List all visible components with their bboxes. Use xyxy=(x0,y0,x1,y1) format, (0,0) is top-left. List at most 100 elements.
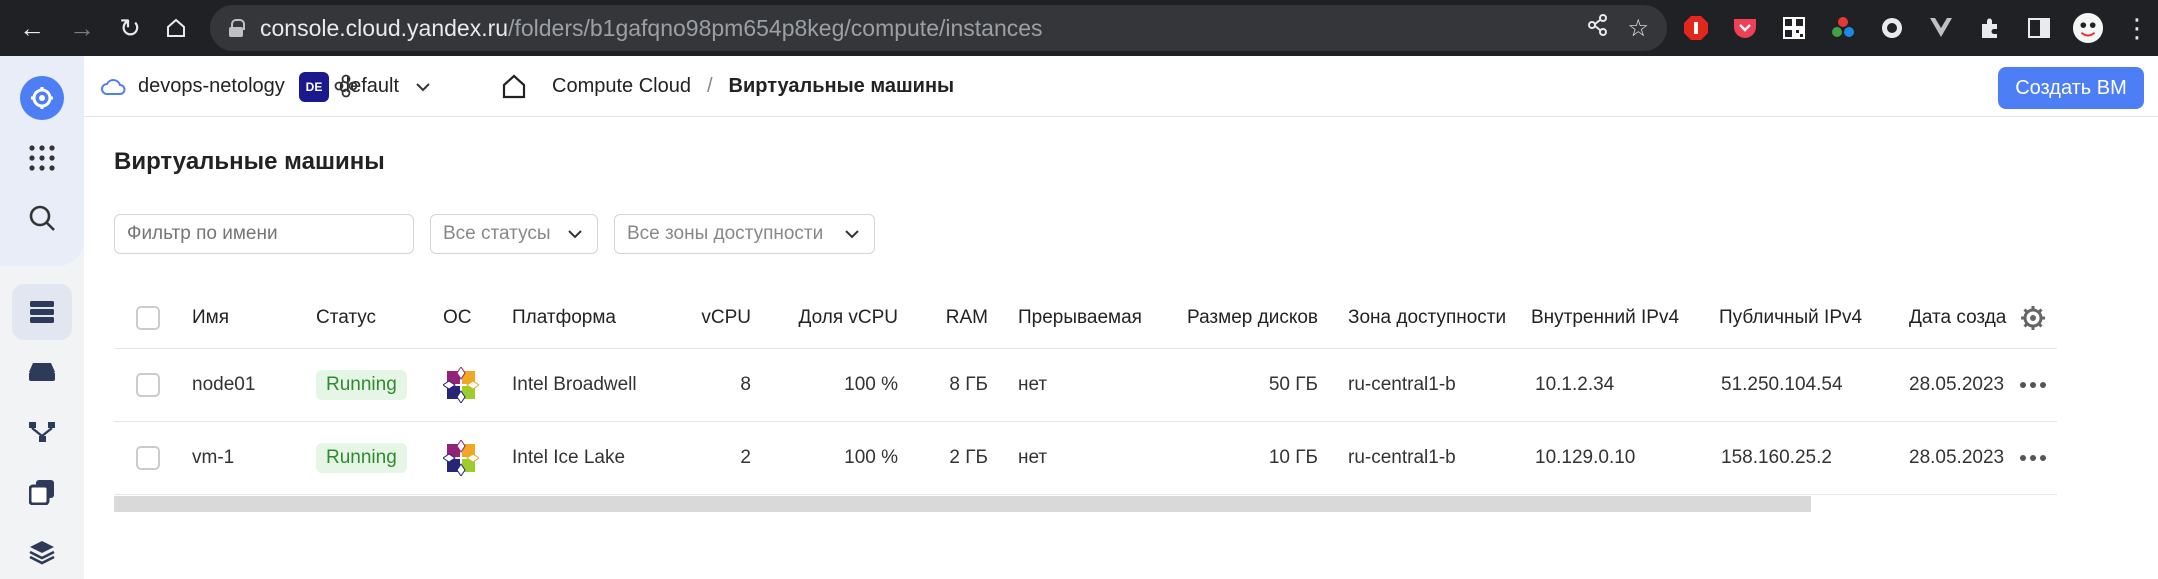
browser-menu-icon[interactable]: ⋮ xyxy=(2121,12,2153,44)
zone-filter-select[interactable]: Все зоны доступности xyxy=(614,214,875,254)
vcpu-cell: 2 xyxy=(661,420,751,495)
cloud-icon xyxy=(101,78,126,95)
home-icon[interactable] xyxy=(154,6,198,50)
status-filter-select[interactable]: Все статусы xyxy=(430,214,598,254)
adblock-extension-icon[interactable] xyxy=(1680,12,1712,44)
side-panel-icon[interactable] xyxy=(2023,12,2055,44)
chevron-down-icon xyxy=(416,82,430,91)
table-row[interactable]: vm-1 Running Intel Ice Lake 2 100 % 2 ГБ… xyxy=(114,420,2057,495)
profile-avatar-icon[interactable] xyxy=(2072,12,2104,44)
settings-gear-icon[interactable] xyxy=(2019,304,2047,332)
search-icon[interactable] xyxy=(18,194,66,242)
preemptible-cell: нет xyxy=(988,347,1166,421)
filters-bar: Все статусы Все зоны доступности xyxy=(114,214,875,254)
column-header[interactable]: Размер дисков xyxy=(1166,288,1318,348)
column-header[interactable]: RAM xyxy=(898,288,988,348)
circle-extension-icon[interactable] xyxy=(1876,12,1908,44)
address-bar[interactable]: console.cloud.yandex.ru/folders/b1gafqno… xyxy=(210,5,1667,51)
table-row[interactable]: node01 Running Intel Broadwell 8 100 % 8… xyxy=(114,347,2057,421)
lock-icon xyxy=(228,19,245,37)
status-badge: Running xyxy=(316,442,407,473)
folder-badge: DE xyxy=(299,71,329,102)
disks-nav-icon[interactable] xyxy=(18,348,66,396)
forward-icon[interactable]: → xyxy=(60,6,104,50)
page-title: Виртуальные машины xyxy=(114,148,385,175)
bookmark-star-icon[interactable]: ☆ xyxy=(1627,14,1649,43)
back-icon[interactable]: ← xyxy=(10,6,54,50)
left-rail xyxy=(0,56,84,579)
column-header[interactable]: Внутренний IPv4 xyxy=(1529,288,1713,348)
zone-cell: ru-central1-b xyxy=(1318,347,1529,421)
column-header[interactable]: Статус xyxy=(316,288,443,348)
breadcrumb-separator: / xyxy=(706,75,713,97)
vcpu-share-cell: 100 % xyxy=(751,420,898,495)
select-all-checkbox[interactable] xyxy=(136,305,160,330)
breadcrumb-current: Виртуальные машины xyxy=(728,75,955,97)
internal-ip-cell: 10.129.0.10 xyxy=(1529,420,1713,495)
column-header[interactable]: Платформа xyxy=(512,288,661,348)
vm-name-link[interactable]: vm-1 xyxy=(192,420,316,495)
images-layers-nav-icon[interactable] xyxy=(18,528,66,576)
row-actions-menu-icon[interactable] xyxy=(2009,381,2057,388)
name-filter-input[interactable] xyxy=(114,214,414,254)
column-header[interactable]: ОС xyxy=(443,288,512,348)
url-host: console.cloud.yandex.ru xyxy=(260,14,509,41)
status-badge: Running xyxy=(316,369,407,400)
pocket-extension-icon[interactable] xyxy=(1729,12,1761,44)
column-header[interactable]: Имя xyxy=(192,288,316,348)
services-flower-icon[interactable] xyxy=(330,70,362,102)
column-header[interactable]: vCPU xyxy=(661,288,751,348)
zone-cell: ru-central1-b xyxy=(1318,420,1529,495)
centos-os-icon xyxy=(443,439,479,476)
chevron-down-icon xyxy=(845,230,859,239)
disk-size-cell: 50 ГБ xyxy=(1166,347,1318,421)
qr-code-extension-icon[interactable] xyxy=(1778,12,1810,44)
share-icon[interactable] xyxy=(1587,13,1609,43)
column-header[interactable]: Доля vCPU xyxy=(751,288,899,348)
cloud-selector[interactable]: devops-netology xyxy=(100,56,285,117)
horizontal-scrollbar[interactable] xyxy=(114,496,1811,512)
network-nav-icon[interactable] xyxy=(18,408,66,456)
row-checkbox[interactable] xyxy=(136,445,160,470)
column-header[interactable]: Публичный IPv4 xyxy=(1713,288,1903,348)
vm-table: Имя Статус ОС Платформа vCPU Доля vCPU R… xyxy=(114,288,2057,495)
date-cell: 28.05.2023 xyxy=(1903,420,2009,495)
ram-cell: 2 ГБ xyxy=(898,420,988,495)
column-header[interactable]: Дата созда xyxy=(1903,288,2009,348)
table-header-row: Имя Статус ОС Платформа vCPU Доля vCPU R… xyxy=(114,288,2057,348)
internal-ip-cell: 10.1.2.34 xyxy=(1529,347,1713,421)
status-filter-value: Все статусы xyxy=(443,223,551,244)
browser-toolbar: ← → ↻ console.cloud.yandex.ru/folders/b1… xyxy=(0,0,2158,56)
folder-selector[interactable]: DE default xyxy=(299,56,431,117)
row-checkbox[interactable] xyxy=(136,372,160,397)
vcpu-cell: 8 xyxy=(661,347,751,421)
vue-devtools-icon[interactable] xyxy=(1925,12,1957,44)
date-cell: 28.05.2023 xyxy=(1903,347,2009,421)
reload-icon[interactable]: ↻ xyxy=(108,6,152,50)
all-services-grid-icon[interactable] xyxy=(18,134,66,182)
url-path: /folders/b1gafqno98pm654p8keg/compute/in… xyxy=(508,14,1043,41)
virtual-machines-nav-icon[interactable] xyxy=(12,284,72,340)
console-header: devops-netology DE default Compute Cloud… xyxy=(84,56,2158,117)
public-ip-cell: 51.250.104.54 xyxy=(1713,347,1903,421)
ram-cell: 8 ГБ xyxy=(898,347,988,421)
breadcrumb-service-link[interactable]: Compute Cloud xyxy=(552,75,691,98)
centos-os-icon xyxy=(443,366,479,403)
compute-service-icon[interactable] xyxy=(20,76,64,120)
create-vm-button[interactable]: Создать ВМ xyxy=(1998,67,2144,109)
column-header[interactable]: Зона доступности xyxy=(1318,288,1529,348)
disk-size-cell: 10 ГБ xyxy=(1166,420,1318,495)
column-header[interactable]: Прерываемая xyxy=(988,288,1166,348)
row-actions-menu-icon[interactable] xyxy=(2009,454,2057,461)
preemptible-cell: нет xyxy=(988,420,1166,495)
public-ip-cell: 158.160.25.2 xyxy=(1713,420,1903,495)
home-icon[interactable] xyxy=(498,70,530,102)
color-extension-icon[interactable] xyxy=(1827,12,1859,44)
extensions-puzzle-icon[interactable] xyxy=(1974,12,2006,44)
platform-cell: Intel Ice Lake xyxy=(512,420,661,495)
chevron-down-icon xyxy=(568,230,582,239)
platform-cell: Intel Broadwell xyxy=(512,347,661,421)
snapshots-nav-icon[interactable] xyxy=(18,468,66,516)
vm-name-link[interactable]: node01 xyxy=(192,347,316,421)
vcpu-share-cell: 100 % xyxy=(751,347,898,421)
